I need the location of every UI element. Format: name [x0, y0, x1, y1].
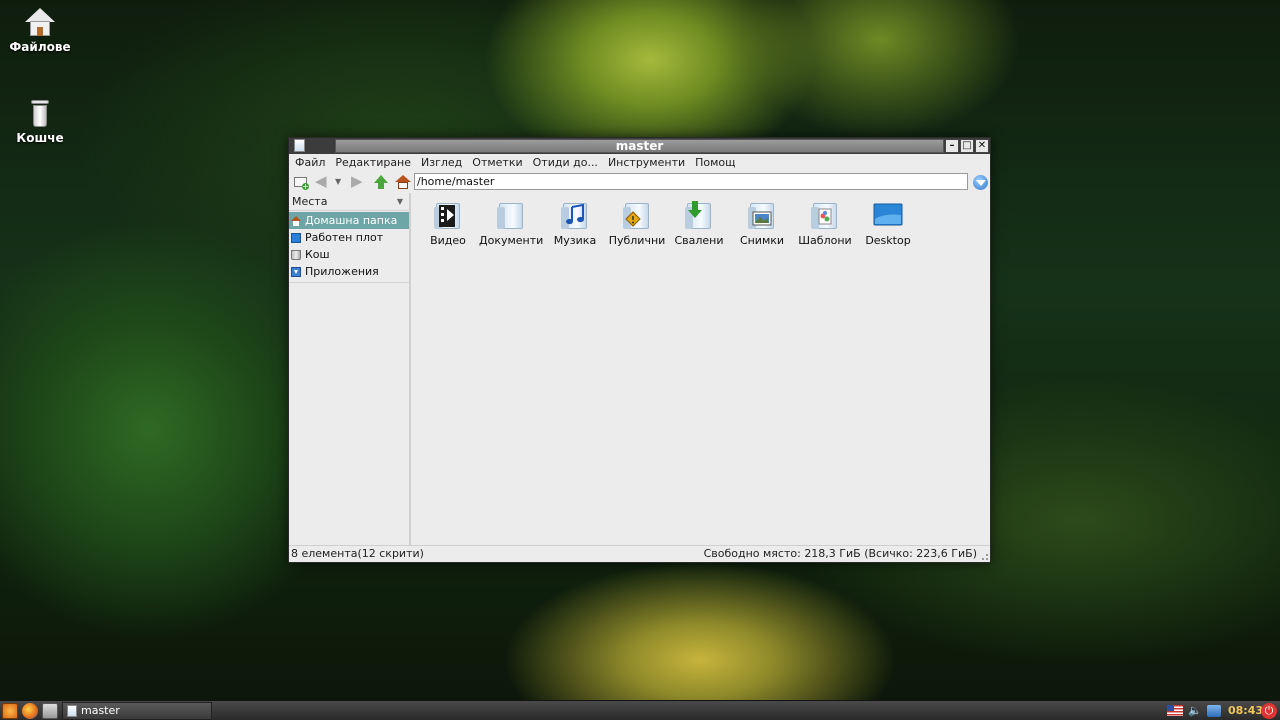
maximize-button[interactable]: □ [960, 139, 974, 153]
menu-file[interactable]: Файл [295, 154, 325, 171]
file-item-desktop[interactable]: Desktop [863, 199, 913, 247]
toolbar: + ◀ ▼ ▶ /home/master [289, 171, 990, 192]
taskbar-task-master[interactable]: master [62, 702, 212, 720]
downloads-folder-icon [688, 201, 702, 218]
menubar: Файл Редактиране Изглед Отметки Отиди до… [289, 154, 990, 171]
file-manager-launcher-icon[interactable] [42, 703, 58, 719]
video-folder-icon [439, 205, 455, 227]
file-item-label: Публични [608, 234, 666, 247]
menu-bookmarks[interactable]: Отметки [472, 154, 522, 171]
file-item-music[interactable]: Музика [550, 199, 600, 247]
desktop-folder-icon [873, 203, 903, 226]
menu-edit[interactable]: Редактиране [335, 154, 411, 171]
public-folder-icon [625, 211, 641, 227]
browser-launcher-icon[interactable] [22, 703, 38, 719]
trash-icon [24, 97, 56, 129]
file-item-label: Свалени [674, 234, 724, 247]
home-icon [291, 215, 301, 226]
file-item-label: Шаблони [798, 234, 852, 247]
forward-arrow-icon[interactable]: ▶ [351, 174, 367, 190]
trash-icon [291, 249, 301, 260]
file-item-label: Desktop [865, 234, 911, 247]
file-item-video[interactable]: Видео [423, 199, 473, 247]
taskbar-task-label: master [81, 704, 120, 717]
file-item-label: Документи [479, 234, 544, 247]
clock[interactable]: 08:43 [1228, 701, 1263, 720]
places-sidebar: Места ▼ Домашна папка Работен плот Кош П… [289, 193, 411, 546]
close-button[interactable]: ✕ [975, 139, 989, 153]
file-manager-window: master – □ ✕ Файл Редактиране Изглед Отм… [288, 137, 991, 563]
power-icon[interactable]: ⏻ [1261, 703, 1277, 719]
sidebar-item-applications[interactable]: Приложения [289, 263, 409, 280]
places-list: Домашна папка Работен плот Кош Приложени… [289, 211, 409, 283]
file-item-documents[interactable]: Документи [479, 199, 543, 247]
sidebar-item-desktop[interactable]: Работен плот [289, 229, 409, 246]
window-titlebar[interactable]: master – □ ✕ [289, 138, 990, 154]
window-controls: – □ ✕ [945, 139, 989, 153]
go-icon[interactable] [972, 174, 990, 190]
music-folder-icon [566, 203, 584, 225]
menu-launcher-icon[interactable] [2, 703, 18, 719]
window-title: master [615, 139, 664, 153]
keyboard-layout-flag-icon[interactable] [1167, 705, 1183, 716]
new-tab-icon[interactable]: + [293, 174, 309, 191]
sidebar-item-label: Домашна папка [305, 214, 398, 227]
places-header-label: Места [292, 195, 328, 208]
file-item-templates[interactable]: Шаблони [796, 199, 854, 247]
file-item-label: Видео [430, 234, 466, 247]
statusbar: 8 елемента(12 скрити) Свободно място: 21… [289, 545, 990, 562]
templates-folder-icon [818, 208, 832, 225]
task-window-icon [67, 705, 77, 717]
file-item-label: Музика [553, 234, 597, 247]
up-arrow-icon[interactable] [373, 174, 389, 190]
taskbar: master 🔈 08:43 ⏻ [0, 700, 1280, 720]
file-item-downloads[interactable]: Свалени [674, 199, 724, 247]
file-item-label: Снимки [739, 234, 785, 247]
desktop-icon-trash-label: Кошче [16, 131, 64, 145]
back-arrow-icon[interactable]: ◀ [315, 174, 331, 190]
menu-help[interactable]: Помощ [695, 154, 735, 171]
applications-icon [291, 266, 301, 277]
places-header[interactable]: Места ▼ [289, 193, 409, 211]
desktop-icon-files[interactable]: Файлове [0, 6, 80, 54]
home-folder-icon [24, 6, 56, 38]
main-area: Места ▼ Домашна папка Работен плот Кош П… [289, 193, 990, 546]
file-view[interactable]: Видео Документи Музика Публични Свалени … [413, 193, 990, 546]
menu-view[interactable]: Изглед [421, 154, 462, 171]
status-item-count: 8 елемента(12 скрити) [291, 547, 424, 560]
documents-folder-icon [495, 199, 527, 231]
volume-icon[interactable]: 🔈 [1188, 703, 1202, 719]
sidebar-item-trash[interactable]: Кош [289, 246, 409, 263]
desktop-icon-files-label: Файлове [9, 40, 71, 54]
pictures-folder-icon [752, 211, 772, 226]
desktop-icon-trash[interactable]: Кошче [0, 97, 80, 145]
sidebar-item-label: Работен плот [305, 231, 384, 244]
sidebar-item-home[interactable]: Домашна папка [289, 212, 409, 229]
menu-tools[interactable]: Инструменти [608, 154, 685, 171]
network-icon[interactable] [1207, 705, 1221, 717]
file-item-pictures[interactable]: Снимки [737, 199, 787, 247]
path-input[interactable]: /home/master [414, 173, 968, 190]
sidebar-item-label: Кош [305, 248, 330, 261]
home-icon[interactable] [395, 174, 411, 190]
chevron-down-icon[interactable]: ▼ [397, 193, 403, 211]
minimize-button[interactable]: – [945, 139, 959, 153]
menu-go[interactable]: Отиди до... [533, 154, 598, 171]
file-item-public[interactable]: Публични [608, 199, 666, 247]
status-free-space: Свободно място: 218,3 ГиБ (Всичко: 223,6… [703, 547, 977, 560]
resize-grip-icon[interactable] [982, 554, 988, 560]
desktop-icon [291, 232, 301, 243]
sidebar-item-label: Приложения [305, 265, 379, 278]
history-dropdown-icon[interactable]: ▼ [335, 174, 345, 190]
